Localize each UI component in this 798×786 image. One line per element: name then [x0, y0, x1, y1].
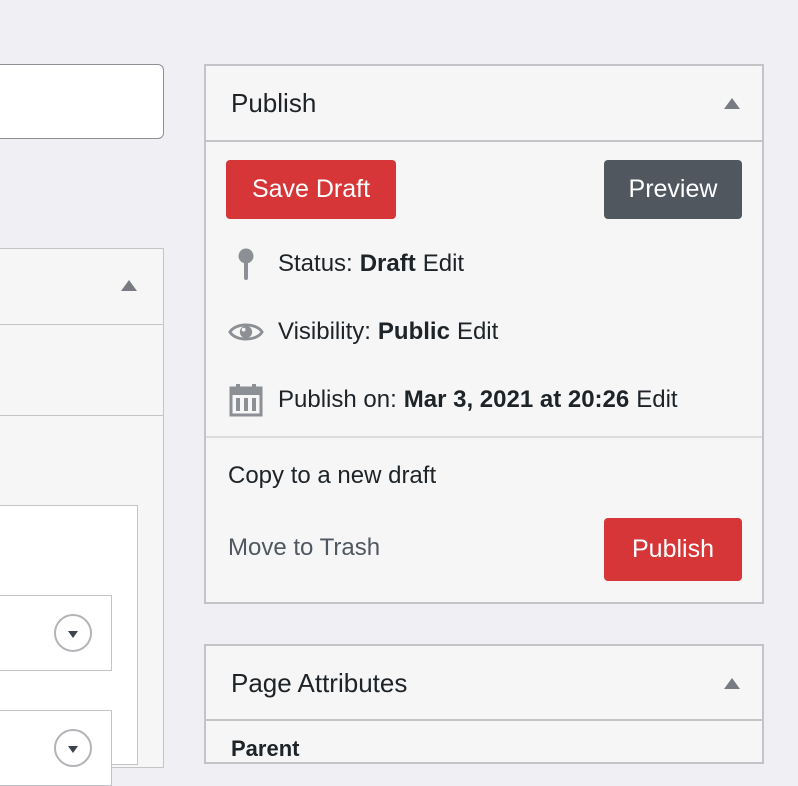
status-label: Status:: [278, 250, 353, 277]
save-draft-button[interactable]: Save Draft: [226, 160, 396, 219]
page-attributes-metabox: Page Attributes Parent: [204, 644, 764, 764]
edit-date-link[interactable]: Edit: [636, 386, 677, 414]
copy-to-draft-link[interactable]: Copy to a new draft: [228, 462, 436, 490]
dropdown-icon[interactable]: [54, 729, 92, 767]
visibility-label: Visibility:: [278, 318, 371, 345]
preview-button[interactable]: Preview: [604, 160, 742, 219]
dropdown-icon[interactable]: [54, 614, 92, 652]
collapse-arrow-icon[interactable]: [724, 98, 740, 109]
status-value: Draft: [359, 250, 416, 277]
publish-header[interactable]: Publish: [206, 66, 762, 142]
parent-label: Parent: [231, 736, 300, 761]
status-row: Status: Draft Edit: [228, 244, 464, 284]
collapse-arrow-icon[interactable]: [121, 280, 137, 291]
edit-visibility-link[interactable]: Edit: [457, 318, 498, 346]
publish-title: Publish: [231, 88, 317, 118]
visibility-row: Visibility: Public Edit: [228, 312, 498, 352]
pin-icon: [228, 246, 264, 282]
edit-status-link[interactable]: Edit: [423, 250, 464, 278]
publish-metabox: Publish Save Draft Preview Status: Draft…: [204, 64, 764, 604]
move-to-trash-link[interactable]: Move to Trash: [228, 534, 380, 562]
left-select-1[interactable]: [0, 595, 112, 671]
divider: [206, 436, 762, 438]
left-metabox-header[interactable]: [0, 249, 163, 325]
publish-on-label: Publish on:: [278, 386, 397, 413]
title-input[interactable]: [0, 64, 164, 139]
visibility-value: Public: [377, 318, 450, 345]
calendar-icon: [228, 382, 264, 418]
collapse-arrow-icon[interactable]: [724, 678, 740, 689]
page-attributes-title: Page Attributes: [231, 668, 408, 698]
left-select-2[interactable]: [0, 710, 112, 786]
publish-on-value: Mar 3, 2021 at 20:26: [403, 386, 630, 413]
left-metabox-section: [0, 324, 163, 416]
publish-button[interactable]: Publish: [604, 518, 742, 581]
publish-date-row: Publish on: Mar 3, 2021 at 20:26 Edit: [228, 380, 678, 420]
eye-icon: [228, 314, 264, 350]
page-attributes-header[interactable]: Page Attributes: [206, 646, 762, 721]
